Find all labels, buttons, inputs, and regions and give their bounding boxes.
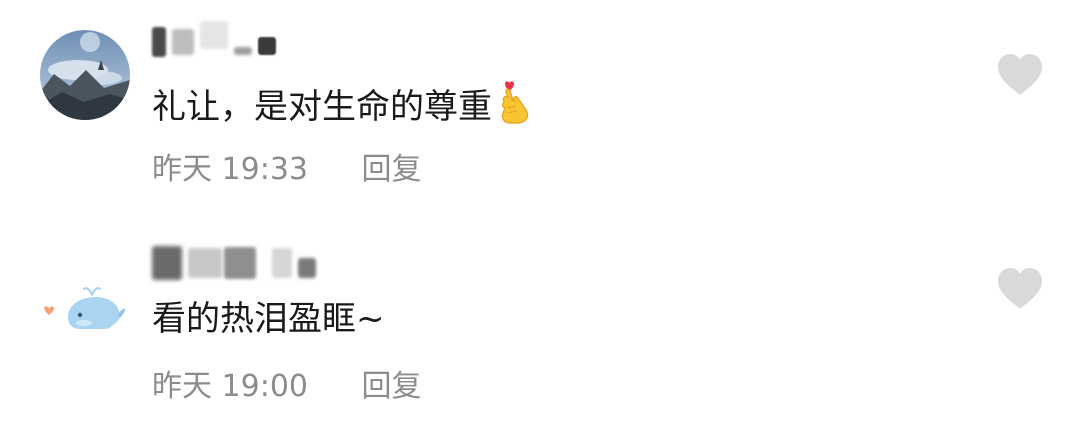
avatar-whale-icon <box>40 245 130 335</box>
comment-timestamp: 昨天 19:00 <box>152 369 308 404</box>
comment-text: 看的热泪盈眶~ <box>152 299 385 339</box>
heart-icon <box>998 54 1042 95</box>
like-button[interactable] <box>996 267 1044 311</box>
comment-meta: 昨天 19:00 回复 <box>152 361 422 405</box>
reply-button[interactable]: 回复 <box>362 144 422 188</box>
comment-timestamp: 昨天 19:33 <box>152 152 308 187</box>
heart-icon <box>998 268 1042 309</box>
user-avatar[interactable] <box>40 245 130 335</box>
user-avatar[interactable] <box>40 30 130 120</box>
comment-item: 礼让，是对生命的尊重 昨天 19:33 回复 <box>0 0 1080 215</box>
comment-item: 看的热泪盈眶~ 昨天 19:00 回复 <box>0 215 1080 437</box>
comment-meta: 昨天 19:33 回复 <box>152 144 422 188</box>
like-button[interactable] <box>996 53 1044 97</box>
finger-heart-icon <box>496 80 532 135</box>
username-redacted[interactable] <box>152 21 276 62</box>
avatar-mountain-sky-icon <box>40 30 130 120</box>
reply-button[interactable]: 回复 <box>362 361 422 405</box>
username-redacted[interactable] <box>152 243 316 283</box>
comment-text: 礼让，是对生命的尊重 <box>152 80 532 135</box>
